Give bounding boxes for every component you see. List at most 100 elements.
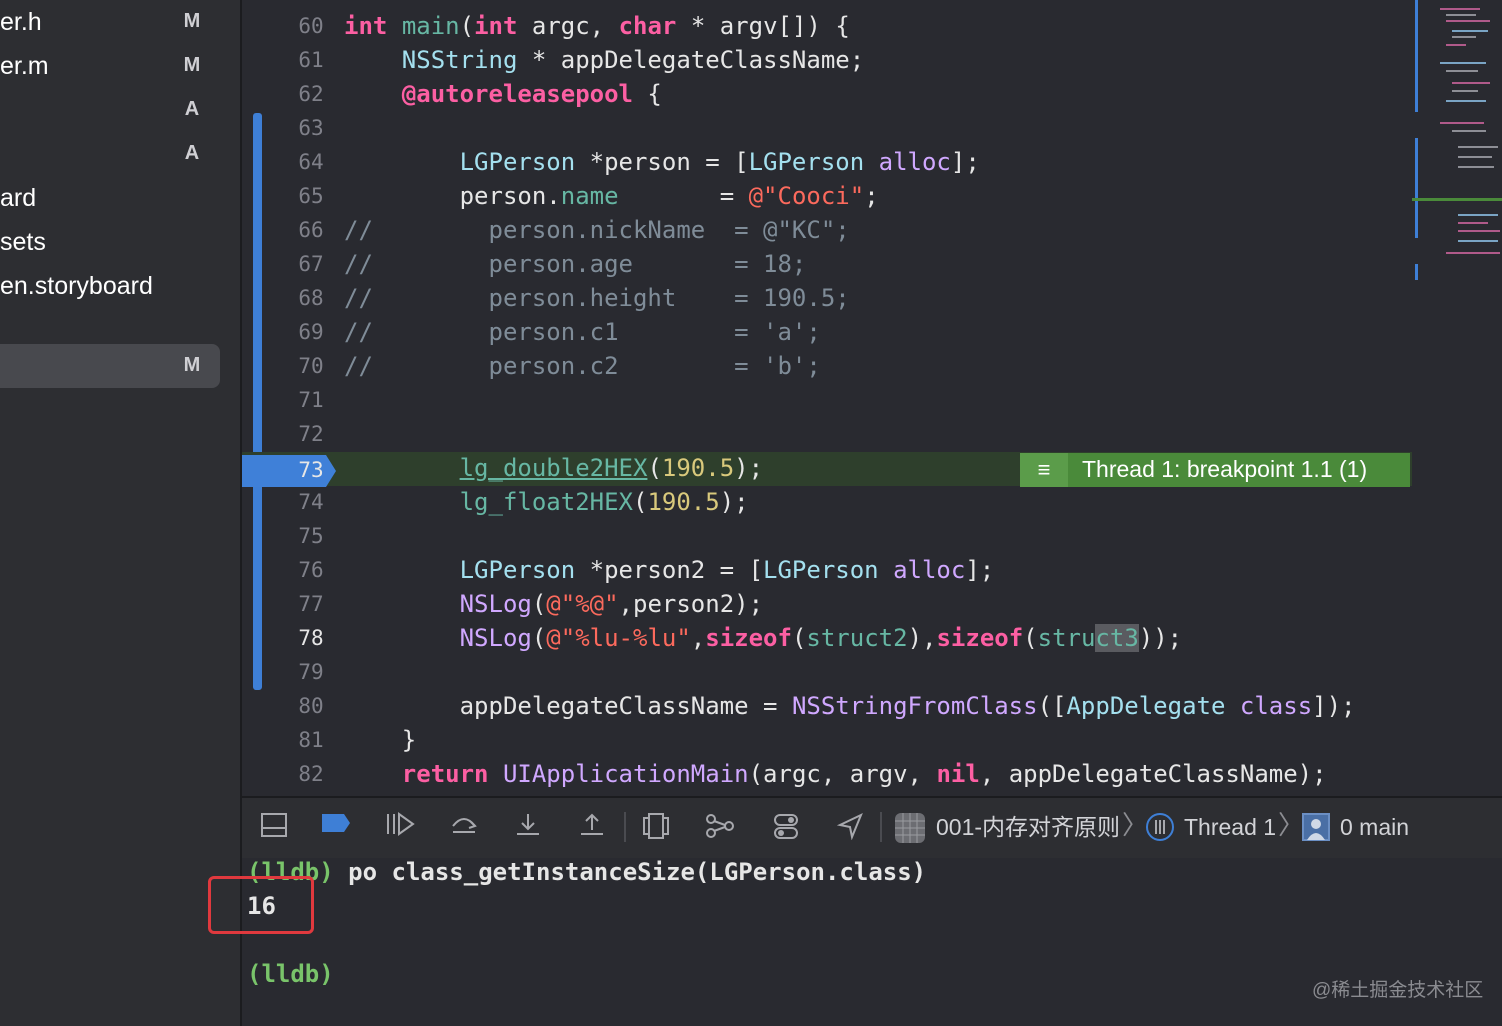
code-line[interactable]: 78 NSLog(@"%lu-%lu",sizeof(struct2),size… — [242, 622, 1412, 656]
code-line[interactable]: 67 // person.age = 18; — [242, 248, 1412, 282]
code-line[interactable]: 66 // person.nickName = @"KC"; — [242, 214, 1412, 248]
breadcrumb-target[interactable]: 001-内存对齐原则 — [936, 812, 1120, 842]
code-line[interactable]: 63 — [242, 112, 1412, 146]
minimap-line — [1458, 146, 1498, 148]
file-item[interactable]: er.m M — [0, 44, 220, 88]
toggle-console-icon[interactable] — [258, 812, 290, 842]
view-hierarchy-icon[interactable] — [640, 812, 672, 842]
code-line[interactable]: 69 // person.c1 = 'a'; — [242, 316, 1412, 350]
code-line[interactable]: 64 LGPerson *person = [LGPerson alloc]; — [242, 146, 1412, 180]
token: name — [560, 182, 619, 210]
line-number: 71 — [298, 388, 324, 412]
token: int — [344, 12, 388, 40]
code-text: appDelegateClassName = NSStringFromClass… — [344, 692, 1356, 720]
breadcrumb-thread[interactable]: Thread 1 — [1184, 812, 1276, 842]
file-item[interactable]: ard — [0, 176, 220, 220]
token: , appDelegateClassName); — [979, 760, 1327, 788]
minimap-line — [1458, 214, 1498, 216]
code-text: lg_float2HEX(190.5); — [344, 488, 749, 516]
token: (argc, argv, — [748, 760, 937, 788]
minimap-line — [1446, 44, 1466, 46]
file-item[interactable] — [0, 300, 220, 344]
code-line[interactable]: 61 NSString * appDelegateClassName; — [242, 44, 1412, 78]
line-number: 70 — [298, 354, 324, 378]
code-line[interactable]: 82 return UIApplicationMain(argc, argv, … — [242, 758, 1412, 792]
code-line[interactable]: 60 int main(int argc, char * argv[]) { — [242, 10, 1412, 44]
toolbar-divider — [624, 812, 626, 842]
simulate-location-icon[interactable] — [834, 812, 866, 842]
code-line[interactable]: 81 } — [242, 724, 1412, 758]
step-over-icon[interactable] — [448, 812, 480, 842]
code-line[interactable]: 71 — [242, 384, 1412, 418]
breakpoints-toggle-icon[interactable] — [320, 812, 352, 842]
code-line[interactable]: 65 person.name = @"Cooci"; — [242, 180, 1412, 214]
code-line[interactable]: 77 NSLog(@"%@",person2); — [242, 588, 1412, 622]
token: ]; — [965, 556, 995, 584]
list-icon[interactable]: ≡ — [1020, 453, 1068, 487]
token: person. — [344, 182, 561, 210]
token: , — [690, 624, 706, 652]
token: ( — [531, 624, 547, 652]
minimap-line — [1446, 252, 1500, 254]
stack-frame-user-icon[interactable] — [1300, 812, 1332, 842]
minimap-line — [1458, 156, 1492, 158]
minimap-line — [1452, 30, 1488, 32]
continue-icon[interactable] — [384, 812, 416, 842]
minimap-line — [1458, 240, 1498, 242]
code-line[interactable]: 68 // person.height = 190.5; — [242, 282, 1412, 316]
code-text: lg_double2HEX(190.5); — [344, 454, 763, 482]
memory-graph-icon[interactable] — [704, 812, 736, 842]
watermark: @稀土掘金技术社区 — [1312, 980, 1484, 1001]
code-line[interactable]: 80 appDelegateClassName = NSStringFromCl… — [242, 690, 1412, 724]
result-highlight-box — [208, 876, 314, 934]
code-line[interactable]: 75 — [242, 520, 1412, 554]
file-item[interactable]: er.h M — [0, 0, 220, 44]
minimap-line — [1452, 36, 1476, 38]
file-item-selected[interactable]: M — [0, 344, 220, 388]
line-number: 79 — [298, 660, 324, 684]
code-comment: // person.c1 = 'a'; — [344, 318, 821, 346]
code-line[interactable]: 62 @autoreleasepool { — [242, 78, 1412, 112]
source-editor[interactable]: 60 int main(int argc, char * argv[]) { 6… — [242, 0, 1412, 796]
breadcrumb-frame[interactable]: 0 main — [1340, 812, 1409, 842]
environment-overrides-icon[interactable] — [770, 812, 802, 842]
file-item[interactable]: A — [0, 132, 220, 176]
code-line[interactable]: 70 // person.c2 = 'b'; — [242, 350, 1412, 384]
code-line[interactable]: 79 — [242, 656, 1412, 690]
token: lg_double2HEX — [459, 454, 648, 482]
minimap-line — [1446, 70, 1478, 72]
step-out-icon[interactable] — [576, 812, 608, 842]
code-text: LGPerson *person2 = [LGPerson alloc]; — [344, 556, 995, 584]
toolbar-divider — [880, 812, 882, 842]
line-number: 74 — [298, 490, 324, 514]
token: struct2 — [806, 624, 908, 652]
breakpoint-label: Thread 1: breakpoint 1.1 (1) — [1082, 456, 1368, 482]
minimap[interactable] — [1412, 0, 1502, 300]
code-line[interactable]: 76 LGPerson *person2 = [LGPerson alloc]; — [242, 554, 1412, 588]
token: @autoreleasepool — [401, 80, 633, 108]
step-into-icon[interactable] — [512, 812, 544, 842]
app-target-icon[interactable] — [894, 812, 926, 843]
line-number: 82 — [298, 762, 324, 786]
thread-icon[interactable] — [1144, 812, 1176, 842]
code-line[interactable]: 74 lg_float2HEX(190.5); — [242, 486, 1412, 520]
minimap-line — [1440, 62, 1486, 64]
token: *person2 = [ — [575, 556, 764, 584]
minimap-line — [1446, 14, 1476, 16]
code-text: NSString * appDelegateClassName; — [344, 46, 864, 74]
scm-status-badge: A — [184, 98, 200, 120]
code-line[interactable]: 72 — [242, 418, 1412, 452]
minimap-line — [1458, 222, 1488, 224]
token: appDelegateClassName = — [344, 692, 792, 720]
file-item[interactable]: A — [0, 88, 220, 132]
token: ); — [719, 488, 749, 516]
token: UIApplicationMain — [502, 760, 749, 788]
file-item[interactable]: sets — [0, 220, 220, 264]
console-input-line[interactable]: (lldb) — [247, 960, 334, 988]
line-number: 81 — [298, 728, 324, 752]
token: alloc — [893, 556, 966, 584]
token: 190.5 — [647, 488, 720, 516]
breakpoint-annotation[interactable]: ≡ Thread 1: breakpoint 1.1 (1) — [1020, 453, 1410, 487]
